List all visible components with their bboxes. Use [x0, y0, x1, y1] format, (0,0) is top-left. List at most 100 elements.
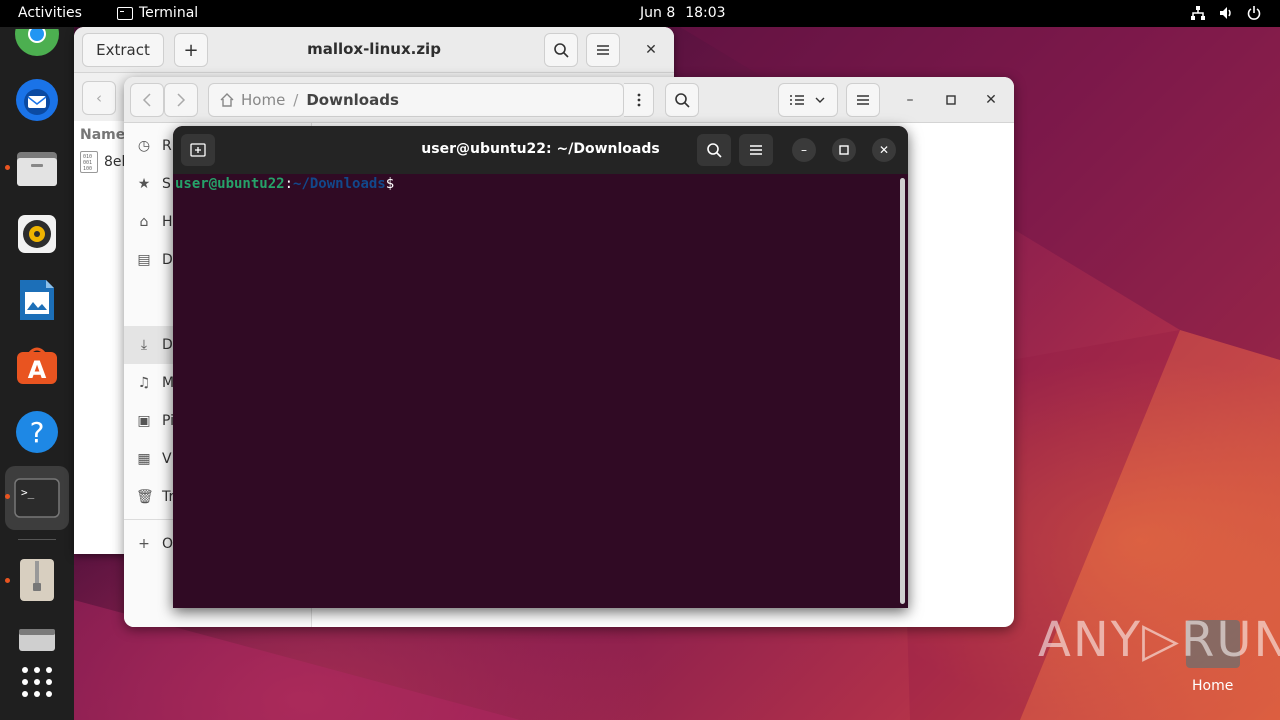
system-tray[interactable] [1190, 5, 1262, 25]
files-headerbar: Home / Downloads – ✕ [124, 77, 1014, 123]
terminal-search-button[interactable] [697, 134, 731, 166]
trash-icon: 🗑 [136, 489, 154, 505]
app-name: Terminal [139, 5, 199, 21]
chevron-left-icon [142, 93, 151, 107]
svg-text:A: A [28, 356, 47, 384]
clock-time: 18:03 [685, 5, 726, 21]
archive-back-button[interactable]: ‹ [82, 81, 116, 115]
hamburger-icon [597, 45, 609, 55]
sidebar-item-label: D [162, 337, 173, 353]
sidebar-item-label: V [162, 451, 172, 467]
archive-headerbar: Extract + mallox-linux.zip ✕ [74, 27, 674, 73]
sidebar-item-label: H [162, 214, 173, 230]
sidebar-item-label: S [162, 176, 171, 192]
chrome-icon[interactable] [14, 21, 60, 67]
prompt-symbol: $ [385, 176, 395, 192]
sidebar-item-pictures[interactable]: ▣ Pi [136, 406, 174, 436]
binary-file-icon: 010 001 100 [80, 151, 98, 173]
sidebar-item-videos[interactable]: ▦ V [136, 444, 172, 474]
sidebar-item-home[interactable]: ⌂ H [136, 207, 173, 237]
archive-close-button[interactable]: ✕ [638, 37, 664, 63]
path-separator: / [293, 91, 299, 109]
view-toggle-button[interactable] [778, 83, 838, 117]
forward-button[interactable] [164, 83, 198, 117]
network-icon [1190, 5, 1206, 25]
path-menu-button[interactable] [624, 83, 654, 117]
app-center-icon[interactable]: A [14, 343, 60, 389]
videos-icon: ▦ [137, 451, 151, 467]
sidebar-item-music[interactable]: ♫ M [136, 368, 174, 398]
show-apps-icon[interactable] [14, 659, 60, 705]
desktop-home-label[interactable]: Home [1192, 678, 1233, 694]
prompt-colon: : [284, 176, 294, 192]
back-button[interactable] [130, 83, 164, 117]
terminal-close-button[interactable]: ✕ [872, 138, 896, 162]
terminal-menu-button[interactable] [739, 134, 773, 166]
path-home-label: Home [241, 91, 286, 109]
terminal-output[interactable]: user@ubuntu22:~/Downloads$ [175, 176, 394, 192]
prompt-user: user@ubuntu22 [175, 176, 285, 192]
column-header-name[interactable]: Name [80, 127, 125, 143]
archive-running-indicator [5, 578, 10, 583]
terminal-icon[interactable]: >_ [14, 475, 60, 521]
archive-menu-button[interactable] [586, 33, 620, 67]
sidebar-item-starred[interactable]: ★ S [136, 169, 171, 199]
svg-text:>_: >_ [21, 486, 35, 499]
clock[interactable]: Jun 8 18:03 [640, 5, 726, 21]
files-search-button[interactable] [665, 83, 699, 117]
files-menu-button[interactable] [846, 83, 880, 117]
hamburger-icon [857, 95, 869, 105]
maximize-button[interactable] [938, 87, 964, 113]
sidebar-item-downloads[interactable]: ⤓ D [136, 330, 173, 360]
list-view-icon [790, 95, 825, 105]
svg-text:?: ? [30, 416, 45, 449]
sidebar-item-other-locations[interactable]: + O [136, 529, 173, 559]
home-icon: ⌂ [139, 214, 149, 230]
path-bar[interactable]: Home / Downloads [208, 83, 624, 117]
archive-manager-icon[interactable] [14, 557, 60, 603]
documents-icon: ▤ [137, 252, 151, 268]
sidebar-item-label: R [162, 138, 172, 154]
recent-icon: ◷ [137, 138, 151, 154]
sidebar-item-label: O [162, 536, 174, 552]
files-icon[interactable] [14, 145, 60, 191]
sidebar-item-label: D [162, 252, 173, 268]
chevron-right-icon [177, 93, 186, 107]
sidebar-item-recent[interactable]: ◷ R [136, 131, 172, 161]
writer-icon[interactable] [14, 277, 60, 323]
prompt-path: ~/Downloads [293, 176, 386, 192]
files-running-indicator [5, 165, 10, 170]
archive-file-row[interactable]: 010 001 100 8eb [80, 151, 130, 173]
music-icon: ♫ [137, 375, 151, 391]
archive-search-button[interactable] [544, 33, 578, 67]
terminal-running-indicator [5, 494, 10, 499]
sidebar-item-trash[interactable]: 🗑 Tr [136, 482, 174, 512]
search-icon [554, 43, 569, 58]
drive-icon[interactable] [14, 617, 60, 663]
terminal-window: user@ubuntu22: ~/Downloads – ✕ user@ubun… [173, 126, 908, 608]
archive-window-title: mallox-linux.zip [307, 40, 441, 58]
terminal-minimize-button[interactable]: – [792, 138, 816, 162]
dock-separator [18, 539, 56, 540]
path-home-button[interactable]: Home [219, 91, 285, 109]
thunderbird-icon[interactable] [14, 77, 60, 123]
clock-date: Jun 8 [640, 5, 676, 21]
home-icon [220, 93, 234, 107]
downloads-icon: ⤓ [140, 337, 148, 353]
minimize-button[interactable]: – [897, 87, 923, 113]
app-menu[interactable]: Terminal [117, 5, 198, 21]
plus-icon: + [138, 536, 150, 552]
sidebar-item-documents[interactable]: ▤ D [136, 245, 173, 275]
terminal-maximize-button[interactable] [832, 138, 856, 162]
volume-icon [1218, 5, 1234, 25]
path-current[interactable]: Downloads [306, 91, 399, 109]
terminal-scrollbar[interactable] [900, 178, 905, 604]
terminal-app-icon [117, 6, 133, 20]
close-button[interactable]: ✕ [978, 87, 1004, 113]
activities-button[interactable]: Activities [18, 5, 82, 21]
help-icon[interactable]: ? [14, 409, 60, 455]
rhythmbox-icon[interactable] [14, 211, 60, 257]
starred-icon: ★ [137, 176, 151, 192]
maximize-icon [839, 145, 849, 155]
anyrun-watermark: ANY▷RUN [1038, 612, 1280, 668]
